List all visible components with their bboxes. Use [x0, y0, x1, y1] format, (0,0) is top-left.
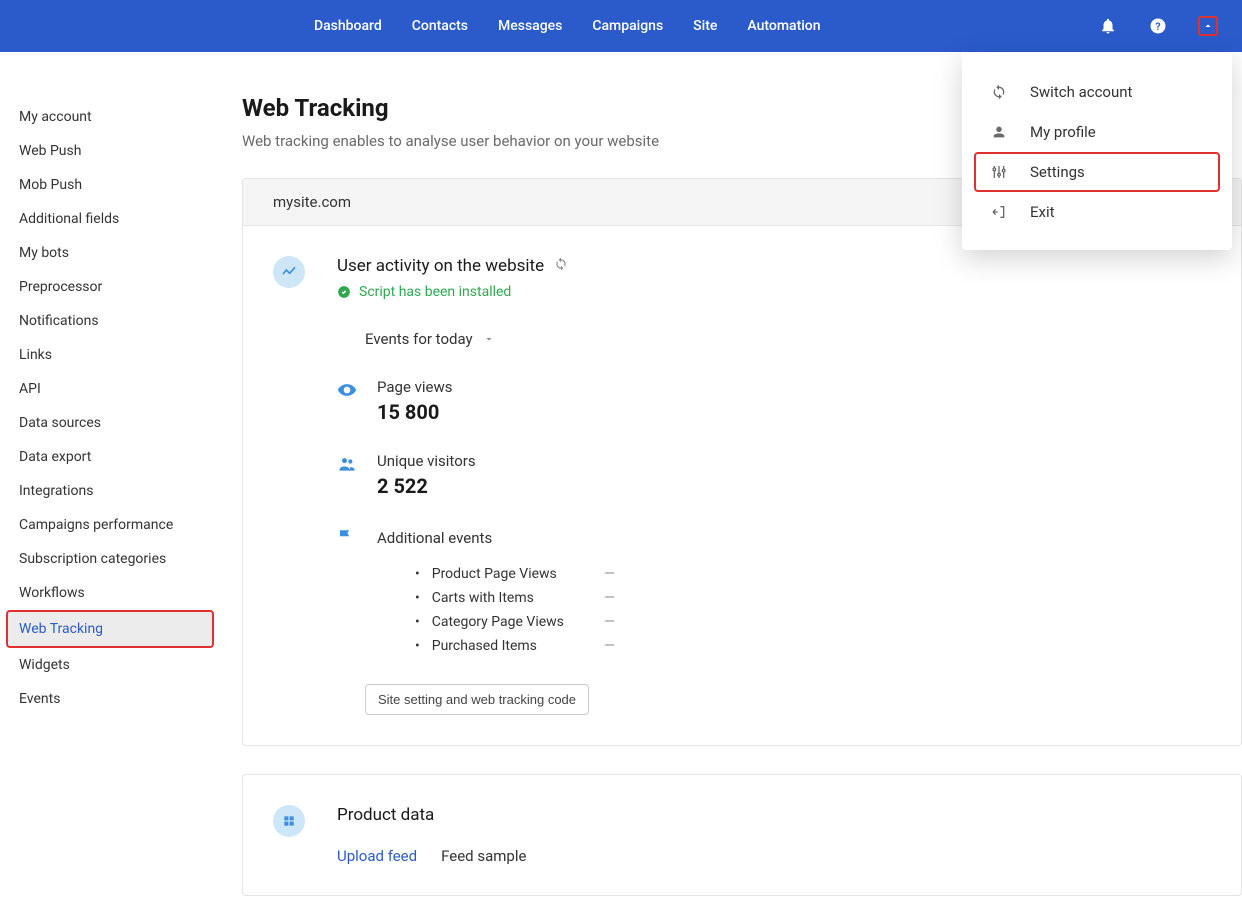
profile-icon	[990, 124, 1008, 140]
unique-visitors-label: Unique visitors	[377, 452, 476, 470]
switch-icon	[990, 84, 1008, 100]
top-nav-right: ?	[1098, 16, 1218, 36]
eye-icon	[337, 380, 357, 404]
menu-my-profile[interactable]: My profile	[962, 112, 1232, 152]
site-settings-button[interactable]: Site setting and web tracking code	[365, 684, 589, 715]
page-views-value: 15 800	[377, 400, 453, 424]
nav-messages[interactable]: Messages	[498, 18, 562, 34]
sidebar-item-campaigns-performance[interactable]: Campaigns performance	[0, 508, 220, 542]
event-row: Category Page Views —	[415, 610, 615, 634]
sidebar-item-integrations[interactable]: Integrations	[0, 474, 220, 508]
sliders-icon	[990, 164, 1008, 180]
sidebar-item-my-bots[interactable]: My bots	[0, 236, 220, 270]
event-name: Product Page Views	[432, 566, 580, 582]
menu-item-label: My profile	[1030, 123, 1096, 141]
top-nav-links: Dashboard Contacts Messages Campaigns Si…	[314, 18, 821, 34]
sidebar-item-widgets[interactable]: Widgets	[0, 648, 220, 682]
menu-item-label: Switch account	[1030, 83, 1132, 101]
additional-events-title: Additional events	[377, 529, 492, 547]
sidebar-item-api[interactable]: API	[0, 372, 220, 406]
check-circle-icon	[337, 285, 351, 299]
top-nav: Dashboard Contacts Messages Campaigns Si…	[0, 0, 1242, 52]
event-name: Category Page Views	[432, 614, 580, 630]
sidebar-item-events[interactable]: Events	[0, 682, 220, 716]
nav-contacts[interactable]: Contacts	[412, 18, 468, 34]
nav-site[interactable]: Site	[693, 18, 717, 34]
sidebar-item-web-tracking[interactable]: Web Tracking	[6, 610, 214, 648]
event-name: Purchased Items	[432, 638, 580, 654]
activity-icon	[273, 256, 305, 288]
sidebar-item-preprocessor[interactable]: Preprocessor	[0, 270, 220, 304]
product-section-title: Product data	[337, 805, 1211, 825]
feed-sample-link[interactable]: Feed sample	[441, 847, 526, 865]
event-row: Carts with Items —	[415, 586, 615, 610]
event-row: Purchased Items —	[415, 634, 615, 658]
menu-exit[interactable]: Exit	[962, 192, 1232, 232]
activity-section-title: User activity on the website	[337, 256, 544, 276]
upload-feed-link[interactable]: Upload feed	[337, 847, 417, 865]
event-row: Product Page Views —	[415, 562, 615, 586]
product-data-card: Product data Upload feed Feed sample	[242, 774, 1242, 896]
event-value: —	[604, 614, 615, 630]
menu-item-label: Settings	[1030, 163, 1085, 181]
user-menu-dropdown: Switch account My profile Settings Exit	[962, 52, 1232, 250]
sidebar-item-links[interactable]: Links	[0, 338, 220, 372]
period-label: Events for today	[365, 330, 473, 348]
user-menu-toggle[interactable]	[1198, 16, 1218, 36]
nav-dashboard[interactable]: Dashboard	[314, 18, 382, 34]
stat-page-views: Page views 15 800	[337, 378, 1211, 424]
event-value: —	[604, 590, 615, 606]
site-activity-card: mysite.com User activity on the website …	[242, 178, 1242, 746]
sidebar-item-mob-push[interactable]: Mob Push	[0, 168, 220, 202]
sidebar-item-data-sources[interactable]: Data sources	[0, 406, 220, 440]
additional-events-header: Additional events	[337, 526, 1211, 550]
sidebar: My account Web Push Mob Push Additional …	[0, 52, 220, 919]
nav-campaigns[interactable]: Campaigns	[592, 18, 663, 34]
unique-visitors-value: 2 522	[377, 474, 476, 498]
period-dropdown[interactable]: Events for today	[365, 330, 1211, 348]
page-views-label: Page views	[377, 378, 453, 396]
users-icon	[337, 454, 357, 478]
nav-automation[interactable]: Automation	[747, 18, 820, 34]
chevron-down-icon	[483, 333, 495, 345]
additional-events-list: Product Page Views — Carts with Items — Ca…	[415, 562, 1211, 658]
script-status: Script has been installed	[337, 284, 1211, 300]
product-icon	[273, 805, 305, 837]
event-value: —	[604, 566, 615, 582]
bell-icon[interactable]	[1098, 16, 1118, 36]
exit-icon	[990, 204, 1008, 220]
flag-icon	[337, 528, 357, 550]
help-icon[interactable]: ?	[1148, 16, 1168, 36]
sidebar-item-notifications[interactable]: Notifications	[0, 304, 220, 338]
menu-switch-account[interactable]: Switch account	[962, 72, 1232, 112]
sidebar-item-data-export[interactable]: Data export	[0, 440, 220, 474]
sidebar-item-subscription-categories[interactable]: Subscription categories	[0, 542, 220, 576]
svg-text:?: ?	[1155, 20, 1160, 33]
sidebar-item-additional-fields[interactable]: Additional fields	[0, 202, 220, 236]
menu-item-label: Exit	[1030, 203, 1055, 221]
refresh-icon[interactable]	[554, 257, 568, 275]
event-name: Carts with Items	[432, 590, 580, 606]
script-status-text: Script has been installed	[359, 284, 511, 300]
sidebar-item-workflows[interactable]: Workflows	[0, 576, 220, 610]
menu-settings[interactable]: Settings	[974, 152, 1220, 192]
sidebar-item-web-push[interactable]: Web Push	[0, 134, 220, 168]
sidebar-item-my-account[interactable]: My account	[0, 100, 220, 134]
stat-unique-visitors: Unique visitors 2 522	[337, 452, 1211, 498]
event-value: —	[604, 638, 615, 654]
